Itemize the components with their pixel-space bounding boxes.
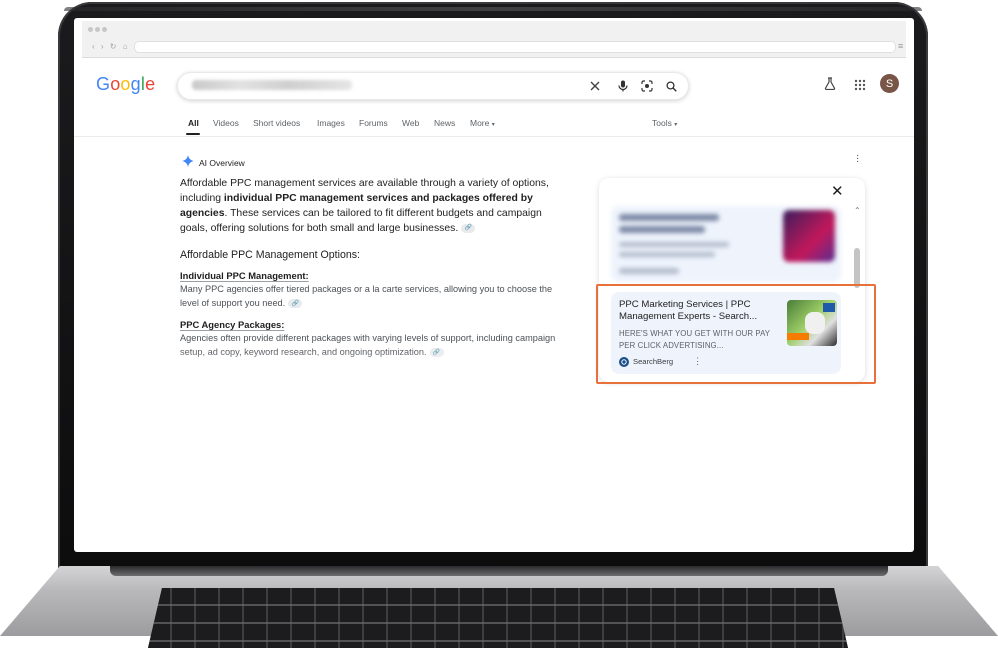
ai-summary: Affordable PPC management services are a… bbox=[180, 176, 568, 236]
apps-icon[interactable] bbox=[854, 78, 866, 91]
tab-images[interactable]: Images bbox=[317, 118, 345, 128]
browser-menu-icon[interactable]: ≡ bbox=[898, 41, 903, 51]
laptop-bezel bbox=[64, 7, 922, 11]
source-card-blurred[interactable] bbox=[611, 206, 841, 282]
tab-videos[interactable]: Videos bbox=[213, 118, 239, 128]
tools-button[interactable]: Tools ▾ bbox=[652, 118, 677, 128]
logo-letter: g bbox=[130, 74, 141, 94]
mic-icon[interactable] bbox=[614, 77, 632, 95]
ai-overview-title: AI Overview bbox=[199, 158, 245, 168]
sources-panel: ✕ ⌃ PPC Marketing Services | PPC Managem… bbox=[599, 178, 865, 382]
search-query-blurred[interactable] bbox=[192, 80, 352, 90]
laptop-hinge bbox=[110, 566, 888, 576]
search-tabs: All Videos Short videos Images Forums We… bbox=[74, 116, 914, 137]
tab-short-videos[interactable]: Short videos bbox=[253, 118, 300, 128]
ai-subsection-text: Many PPC agencies offer tiered packages … bbox=[180, 282, 568, 310]
logo-letter: e bbox=[145, 74, 156, 94]
tools-label: Tools bbox=[652, 118, 672, 128]
address-bar[interactable] bbox=[134, 41, 896, 53]
chevron-up-icon[interactable]: ⌃ bbox=[854, 206, 861, 215]
caret-down-icon: ▾ bbox=[674, 122, 678, 128]
source-footer: SearchBerg ⋮ bbox=[619, 356, 702, 367]
ai-subheading-individual: Individual PPC Management: bbox=[180, 270, 309, 281]
source-thumbnail bbox=[783, 210, 835, 262]
source-card-highlighted[interactable]: PPC Marketing Services | PPC Management … bbox=[611, 292, 841, 374]
caret-down-icon: ▾ bbox=[491, 122, 495, 128]
tab-more-label: More bbox=[470, 118, 490, 128]
tab-forums[interactable]: Forums bbox=[359, 118, 388, 128]
laptop-screen: ‹ › ↻ ⌂ ≡ Google S All Videos Short vide… bbox=[74, 18, 914, 552]
source-thumbnail[interactable] bbox=[787, 300, 837, 346]
window-close-dot[interactable] bbox=[88, 27, 93, 32]
subsection-text: Many PPC agencies offer tiered packages … bbox=[180, 284, 553, 308]
panel-scrollbar[interactable] bbox=[854, 248, 860, 288]
logo-letter: o bbox=[120, 74, 131, 94]
link-icon: 🔗 bbox=[464, 224, 472, 231]
summary-text: . These services can be tailored to fit … bbox=[180, 208, 542, 234]
source-site-name: SearchBerg bbox=[633, 357, 674, 366]
tab-web[interactable]: Web bbox=[402, 118, 419, 128]
browser-nav-icons[interactable]: ‹ › ↻ ⌂ bbox=[92, 42, 130, 51]
tab-all[interactable]: All bbox=[188, 118, 199, 128]
window-minimize-dot[interactable] bbox=[95, 27, 100, 32]
tab-news[interactable]: News bbox=[434, 118, 455, 128]
lens-icon[interactable] bbox=[638, 77, 656, 95]
active-tab-indicator bbox=[186, 133, 200, 135]
ai-section-heading: Affordable PPC Management Options: bbox=[180, 249, 361, 261]
ai-sparkle-icon bbox=[182, 154, 194, 172]
source-link-chip[interactable]: 🔗 bbox=[288, 299, 303, 309]
ai-overview-header: AI Overview bbox=[182, 154, 245, 172]
logo-letter: G bbox=[96, 74, 111, 94]
link-icon: 🔗 bbox=[291, 300, 299, 307]
close-panel-icon[interactable]: ✕ bbox=[831, 184, 844, 199]
laptop-keyboard-rows bbox=[148, 588, 848, 648]
source-more-icon[interactable]: ⋮ bbox=[693, 356, 702, 367]
account-avatar[interactable]: S bbox=[880, 74, 899, 93]
ai-overview-more-icon[interactable]: · · · bbox=[856, 151, 860, 167]
searchberg-favicon-icon bbox=[619, 356, 629, 367]
close-icon[interactable] bbox=[586, 77, 604, 95]
ai-subheading-agency: PPC Agency Packages: bbox=[180, 319, 285, 330]
search-icon[interactable] bbox=[662, 77, 680, 95]
browser-chrome: ‹ › ↻ ⌂ ≡ bbox=[82, 21, 906, 58]
logo-letter: o bbox=[110, 74, 121, 94]
labs-icon[interactable] bbox=[824, 77, 836, 95]
google-logo[interactable]: Google bbox=[96, 74, 155, 95]
tab-more[interactable]: More ▾ bbox=[470, 118, 495, 128]
content-fade bbox=[174, 348, 574, 388]
search-box[interactable] bbox=[177, 72, 689, 100]
source-title[interactable]: PPC Marketing Services | PPC Management … bbox=[619, 299, 779, 323]
source-snippet: HERE'S WHAT YOU GET WITH OUR PAY PER CLI… bbox=[619, 329, 770, 350]
source-link-chip[interactable]: 🔗 bbox=[461, 223, 476, 233]
window-maximize-dot[interactable] bbox=[102, 27, 107, 32]
